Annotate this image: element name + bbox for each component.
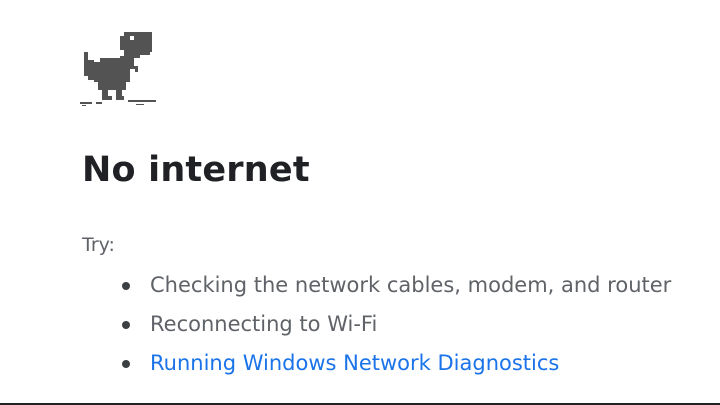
try-label: Try: — [82, 234, 115, 256]
suggestion-text: Checking the network cables, modem, and … — [150, 273, 672, 297]
offline-dino-icon — [80, 32, 156, 106]
suggestion-reconnect-wifi: Reconnecting to Wi-Fi — [118, 306, 671, 345]
suggestion-check-cables: Checking the network cables, modem, and … — [118, 267, 671, 306]
error-page: No internet Try: Checking the network ca… — [0, 0, 720, 405]
network-diagnostics-link[interactable]: Running Windows Network Diagnostics — [150, 351, 559, 375]
bullet-icon — [122, 360, 130, 368]
suggestion-network-diagnostics: Running Windows Network Diagnostics — [118, 345, 671, 384]
bullet-icon — [122, 282, 130, 290]
bullet-icon — [122, 321, 130, 329]
suggestions-list: Checking the network cables, modem, and … — [118, 267, 671, 384]
suggestion-text: Reconnecting to Wi-Fi — [150, 312, 378, 336]
page-title: No internet — [82, 150, 310, 190]
